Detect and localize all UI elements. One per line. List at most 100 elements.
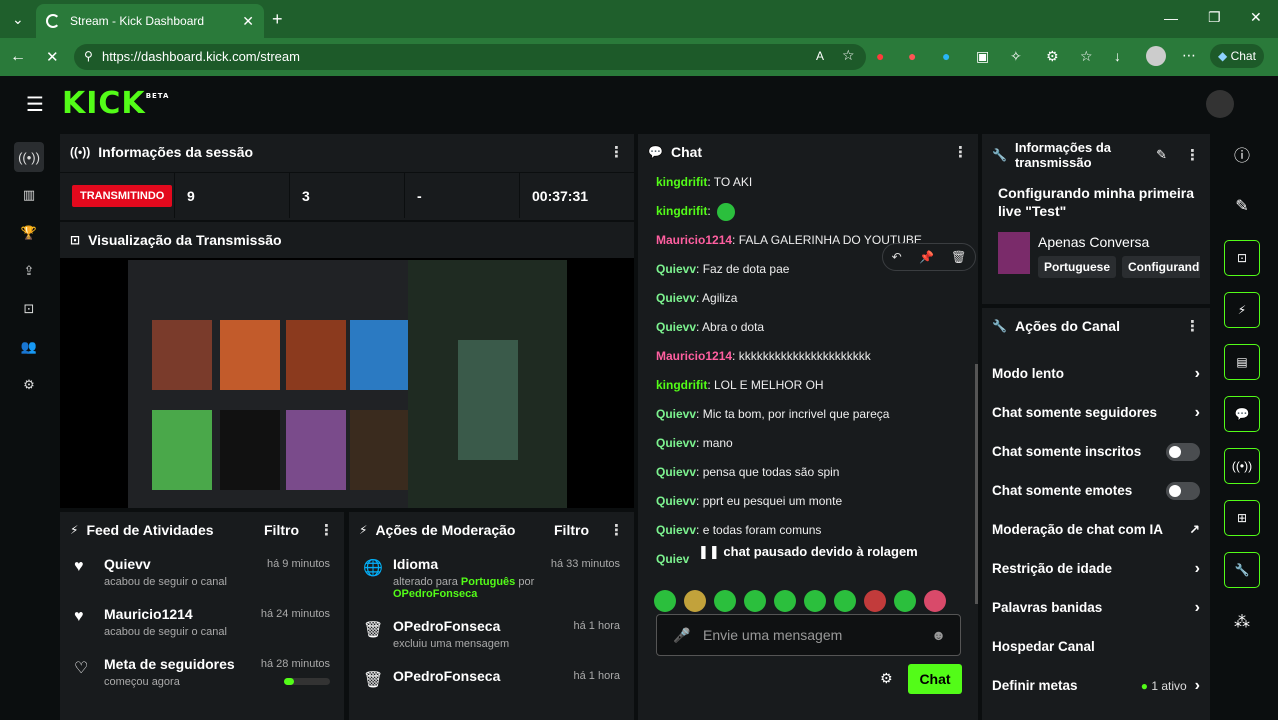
stream-video[interactable] [60, 258, 634, 508]
channel-action-row[interactable]: Moderação de chat com IA ↗ [982, 510, 1210, 549]
more-options-icon[interactable]: ⋮ [319, 521, 334, 539]
chat-username[interactable]: Quievv [656, 320, 696, 334]
extension-icon[interactable]: ● [942, 48, 950, 64]
chat-message-input[interactable]: 🎤 Envie uma mensagem ☻ [656, 614, 961, 656]
layout-button[interactable]: ⊞ [1224, 500, 1260, 536]
profile-avatar[interactable] [1146, 46, 1166, 66]
channel-action-row[interactable]: Chat somente seguidores › [982, 393, 1210, 432]
clip-button[interactable]: ⊡ [1224, 240, 1260, 276]
chat-message[interactable]: Quievv: mano [656, 435, 966, 464]
chat-settings-icon[interactable]: ⚙ [880, 670, 893, 687]
chat-message[interactable]: Mauricio1214: kkkkkkkkkkkkkkkkkkkkkk [656, 348, 966, 377]
extensions-icon[interactable]: ✧ [1010, 48, 1022, 65]
channel-action-row[interactable]: Hospedar Canal [982, 627, 1210, 666]
tools-button[interactable]: 🔧 [1224, 552, 1260, 588]
mic-icon[interactable]: 🎤 [673, 615, 690, 655]
clips-nav-icon[interactable]: ⊡ [14, 294, 44, 324]
toggle-switch[interactable] [1166, 442, 1200, 461]
stop-loading-icon[interactable]: ✕ [46, 48, 59, 66]
chat-username[interactable]: kingdrifit [656, 204, 707, 218]
delete-icon[interactable]: 🗑 [951, 250, 966, 264]
kick-logo[interactable]: KICKBETA [62, 86, 169, 121]
chat-username[interactable]: Quievv [656, 494, 696, 508]
extension-icon[interactable]: ⚙ [1046, 48, 1059, 65]
chat-message[interactable]: Quievv: Abra o dota [656, 319, 966, 348]
emote[interactable] [654, 590, 676, 612]
chat-message[interactable]: kingdrifit: TO AKI [656, 174, 966, 203]
channel-action-row[interactable]: Chat somente emotes [982, 471, 1210, 510]
browser-tab[interactable]: Stream - Kick Dashboard ✕ [36, 4, 264, 38]
chat-message[interactable]: Quievv: pensa que todas são spin [656, 464, 966, 493]
chat-username[interactable]: kingdrifit [656, 175, 707, 189]
chat-username[interactable]: Quievv [656, 523, 696, 537]
channel-action-row[interactable]: Definir metas ● 1 ativo › [982, 666, 1210, 705]
edit-icon[interactable]: ✎ [1224, 188, 1260, 224]
emote[interactable] [924, 590, 946, 612]
apps-icon[interactable]: ⁂ [1224, 604, 1260, 640]
extension-icon[interactable]: ● [876, 48, 884, 64]
undo-icon[interactable]: ↶ [892, 250, 902, 264]
info-icon[interactable]: ⓘ [1224, 136, 1260, 172]
maximize-icon[interactable]: ❐ [1208, 9, 1221, 26]
copilot-chat-button[interactable]: ◆ Chat [1210, 44, 1264, 68]
chat-username[interactable]: kingdrifit [656, 378, 707, 392]
edit-icon[interactable]: ✎ [1156, 147, 1167, 163]
broadcast-button[interactable]: ((•)) [1224, 448, 1260, 484]
chat-message[interactable]: Quievv: Agiliza [656, 290, 966, 319]
more-options-icon[interactable]: ⋮ [609, 143, 624, 161]
chat-username[interactable]: Mauricio1214 [656, 349, 732, 363]
chat-username[interactable]: Quievv [656, 436, 696, 450]
community-nav-icon[interactable]: 👥 [14, 332, 44, 362]
channel-action-row[interactable]: Chat somente inscritos [982, 432, 1210, 471]
chat-username[interactable]: Quiev [656, 552, 689, 566]
chat-username[interactable]: Quievv [656, 291, 696, 305]
close-window-icon[interactable]: ✕ [1250, 9, 1262, 26]
split-screen-icon[interactable]: ▣ [976, 48, 989, 65]
emote[interactable] [894, 590, 916, 612]
emoji-icon[interactable]: ☻ [931, 615, 946, 655]
chat-username[interactable]: Quievv [656, 407, 696, 421]
channel-action-row[interactable]: Palavras banidas › [982, 588, 1210, 627]
feed-filter-button[interactable]: Filtro [264, 522, 299, 538]
emote[interactable] [804, 590, 826, 612]
minimize-icon[interactable]: — [1164, 10, 1178, 26]
quick-action-button[interactable]: ⚡ [1224, 292, 1260, 328]
trophy-nav-icon[interactable]: 🏆 [14, 218, 44, 248]
more-options-icon[interactable]: ⋮ [609, 521, 624, 539]
chat-username[interactable]: Quievv [656, 262, 696, 276]
chat-scrollbar[interactable] [975, 364, 978, 604]
channel-action-row[interactable]: Restrição de idade › [982, 549, 1210, 588]
chat-message[interactable]: kingdrifit: [656, 203, 966, 232]
emote[interactable] [714, 590, 736, 612]
favorite-star-icon[interactable]: ☆ [842, 47, 855, 64]
extension-icon[interactable]: ● [908, 48, 916, 64]
url-field[interactable]: https://dashboard.kick.com/stream [74, 44, 866, 70]
close-tab-icon[interactable]: ✕ [242, 13, 254, 30]
upload-nav-icon[interactable]: ⇪ [14, 256, 44, 286]
more-options-icon[interactable]: ⋮ [1185, 146, 1200, 164]
tab-list-icon[interactable]: ⌄ [12, 11, 24, 28]
emote[interactable] [774, 590, 796, 612]
read-aloud-icon[interactable]: A [816, 49, 824, 63]
new-tab-icon[interactable]: + [272, 9, 283, 30]
emote[interactable] [834, 590, 856, 612]
more-menu-icon[interactable]: ⋯ [1182, 47, 1196, 64]
back-icon[interactable]: ← [10, 48, 26, 66]
more-options-icon[interactable]: ⋮ [953, 143, 968, 161]
settings-nav-icon[interactable]: ⚙ [14, 370, 44, 400]
toggle-switch[interactable] [1166, 481, 1200, 500]
chat-username[interactable]: Quievv [656, 465, 696, 479]
notes-button[interactable]: ▤ [1224, 344, 1260, 380]
site-info-icon[interactable]: ⚲ [84, 49, 93, 63]
moderation-filter-button[interactable]: Filtro [554, 522, 589, 538]
chat-popout-button[interactable]: 💬 [1224, 396, 1260, 432]
chat-message[interactable]: kingdrifit: LOL E MELHOR OH [656, 377, 966, 406]
analytics-nav-icon[interactable]: ▥ [14, 180, 44, 210]
chat-message[interactable]: Quievv: pprt eu pesquei um monte [656, 493, 966, 522]
emote[interactable] [684, 590, 706, 612]
more-options-icon[interactable]: ⋮ [1185, 317, 1200, 335]
downloads-icon[interactable]: ↓ [1114, 48, 1121, 64]
chat-username[interactable]: Mauricio1214 [656, 233, 732, 247]
user-avatar[interactable] [1206, 90, 1234, 118]
channel-action-row[interactable]: Modo lento › [982, 354, 1210, 393]
